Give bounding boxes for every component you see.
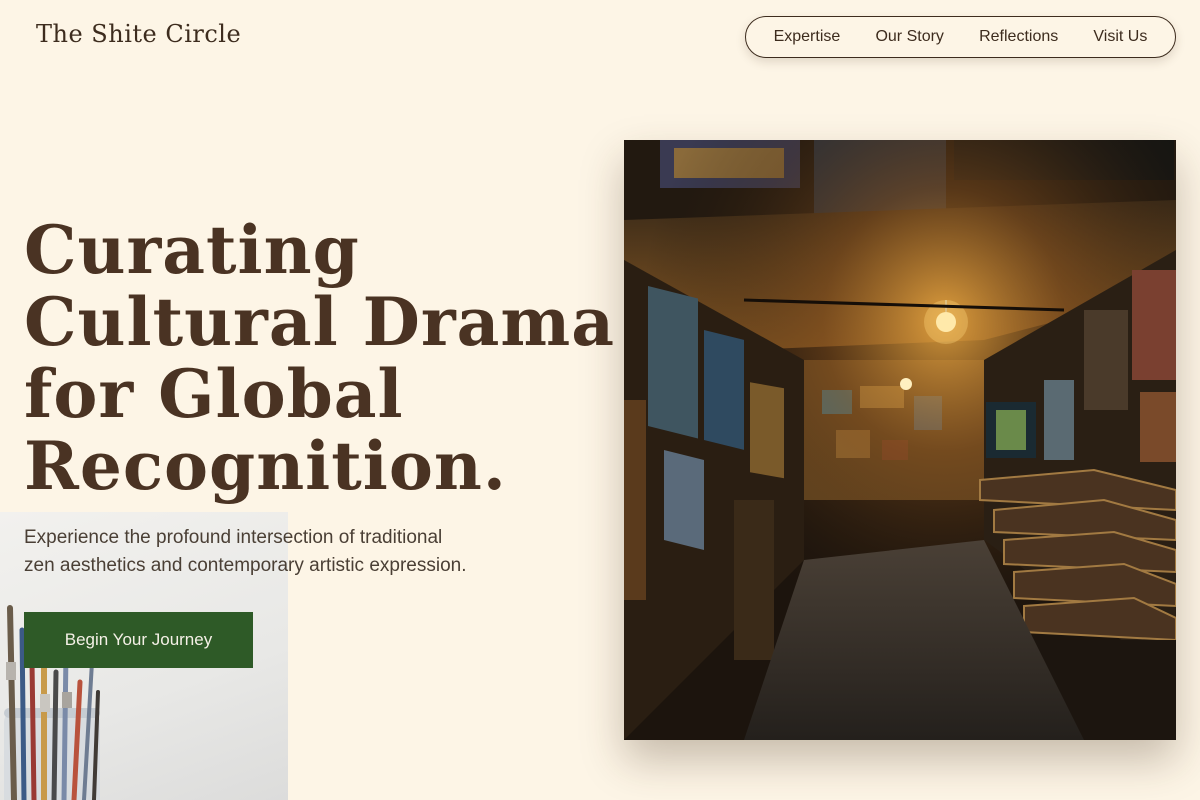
main-nav: Expertise Our Story Reflections Visit Us <box>745 16 1176 58</box>
headline-line: Curating <box>24 211 360 289</box>
begin-journey-button[interactable]: Begin Your Journey <box>24 612 253 668</box>
nav-link-reflections[interactable]: Reflections <box>979 28 1058 46</box>
hero-headline: Curating Cultural Drama for Global Recog… <box>24 211 616 505</box>
brand-logo[interactable]: The Shite Circle <box>36 20 241 48</box>
nav-link-our-story[interactable]: Our Story <box>875 28 943 46</box>
nav-link-expertise[interactable]: Expertise <box>774 28 841 46</box>
headline-line: for Global <box>24 355 404 433</box>
subtitle-line: Experience the profound intersection of … <box>24 527 443 548</box>
headline-line: Recognition. <box>24 427 507 505</box>
subtitle-line: zen aesthetics and contemporary artistic… <box>24 555 467 576</box>
art-gallery-image <box>624 140 1176 740</box>
hero-subtitle: Experience the profound intersection of … <box>24 524 544 580</box>
headline-line: Cultural Drama <box>24 283 616 361</box>
nav-link-visit-us[interactable]: Visit Us <box>1093 28 1147 46</box>
